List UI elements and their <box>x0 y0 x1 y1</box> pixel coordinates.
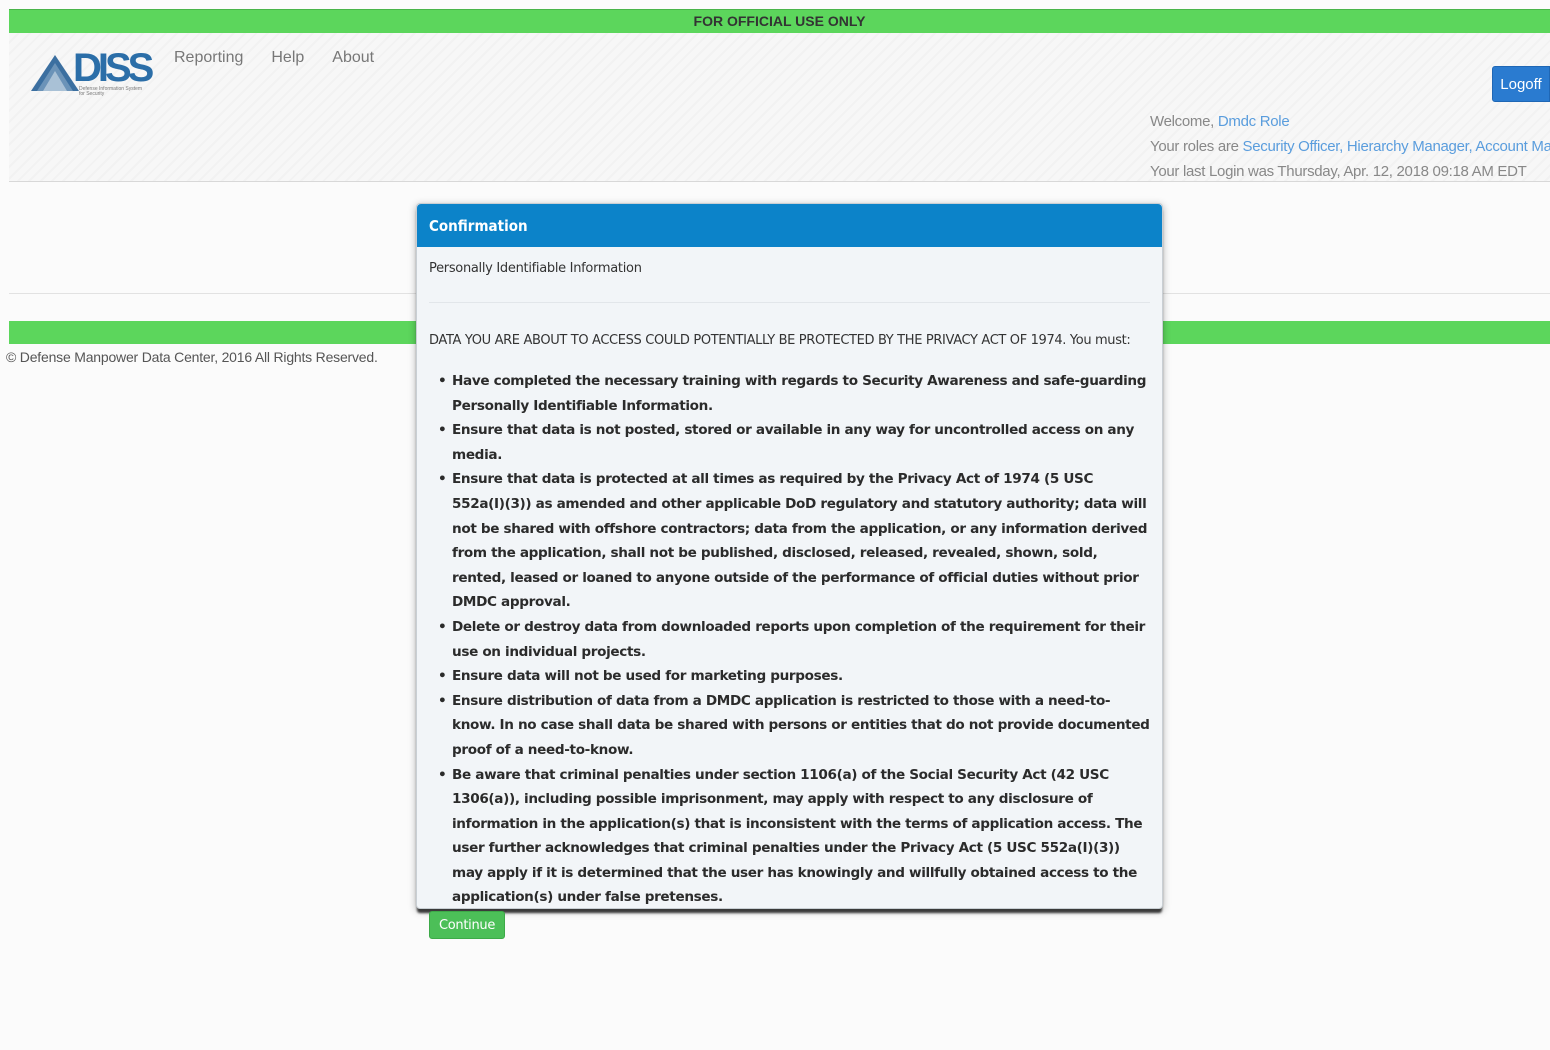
last-login-line: Your last Login was Thursday, Apr. 12, 2… <box>1150 163 1527 180</box>
list-item: Ensure distribution of data from a DMDC … <box>429 689 1150 763</box>
dialog-subtitle: Personally Identifiable Information <box>429 261 642 276</box>
welcome-prefix: Welcome, <box>1150 113 1218 130</box>
user-info: Welcome, Dmdc Role Your roles are Securi… <box>1150 109 1550 184</box>
list-item: Delete or destroy data from downloaded r… <box>429 615 1150 664</box>
list-item: Be aware that criminal penalties under s… <box>429 763 1150 911</box>
roles-link[interactable]: Security Officer, Hierarchy Manager, Acc… <box>1243 138 1550 155</box>
continue-button[interactable]: Continue <box>429 911 505 940</box>
roles-prefix: Your roles are <box>1150 138 1243 155</box>
main-nav: Reporting Help About <box>174 49 374 67</box>
confirmation-dialog: Confirmation Personally Identifiable Inf… <box>416 203 1163 940</box>
logo-subtitle: Defense Information System for Security <box>79 86 143 97</box>
roles-line: Your roles are Security Officer, Hierarc… <box>1150 134 1550 159</box>
page: FOR OFFICIAL USE ONLY DISS Defense Infor… <box>0 0 1550 1050</box>
dialog-body: Personally Identifiable Information DATA… <box>417 261 1162 940</box>
nav-reporting[interactable]: Reporting <box>174 49 243 67</box>
privacy-intro-text: DATA YOU ARE ABOUT TO ACCESS COULD POTEN… <box>429 333 1131 348</box>
requirements-list: Have completed the necessary training wi… <box>429 369 1150 910</box>
list-item: Ensure that data is protected at all tim… <box>429 467 1150 615</box>
header: DISS Defense Information System for Secu… <box>9 33 1550 182</box>
logo-text: DISS <box>73 46 154 90</box>
dialog-title: Confirmation <box>417 204 1162 247</box>
nav-about[interactable]: About <box>332 49 374 67</box>
logoff-button[interactable]: Logoff <box>1492 66 1550 102</box>
classification-banner: FOR OFFICIAL USE ONLY <box>9 9 1550 33</box>
nav-help[interactable]: Help <box>271 49 304 67</box>
list-item: Have completed the necessary training wi… <box>429 369 1150 418</box>
welcome-line: Welcome, Dmdc Role <box>1150 109 1550 134</box>
copyright-text: © Defense Manpower Data Center, 2016 All… <box>6 349 378 365</box>
user-name-link[interactable]: Dmdc Role <box>1218 113 1290 130</box>
dialog-divider <box>429 302 1150 303</box>
diss-logo[interactable]: DISS Defense Information System for Secu… <box>29 47 154 97</box>
list-item: Ensure that data is not posted, stored o… <box>429 418 1150 467</box>
list-item: Ensure data will not be used for marketi… <box>429 664 1150 689</box>
